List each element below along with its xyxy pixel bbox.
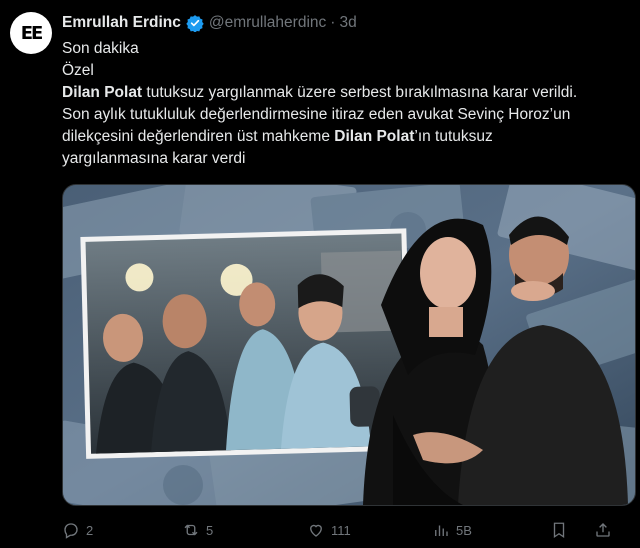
- photo-collage-image: [63, 185, 635, 505]
- bookmark-button[interactable]: [550, 521, 594, 539]
- tweet-text-bold: Dilan Polat: [334, 128, 415, 145]
- avatar[interactable]: EE: [10, 12, 52, 54]
- tweet-text-span: tutuksuz yargılanmak üzere serbest bırak…: [142, 84, 578, 101]
- repost-icon: [184, 524, 198, 536]
- like-count: 111: [331, 522, 351, 538]
- heart-icon: [310, 524, 322, 537]
- tweet-text-line: Dilan Polat tutuksuz yargılanmak üzere s…: [62, 82, 632, 104]
- tweet-media-photo[interactable]: [62, 184, 636, 506]
- views-icon: [435, 525, 448, 536]
- avatar-logo: EE: [20, 22, 44, 44]
- tweet-text-line: Son aylık tutukluluk değerlendirmesine i…: [62, 104, 632, 126]
- reply-icon: [64, 523, 78, 539]
- reply-button[interactable]: 2: [62, 521, 182, 539]
- tweet-actions-bar: 2 5 111 5B: [62, 516, 634, 544]
- verified-badge-icon: [186, 15, 204, 32]
- repost-button[interactable]: 5: [182, 521, 307, 539]
- tweet-header: Emrullah Erdinc @emrullaherdinc · 3d: [62, 14, 357, 32]
- separator-dot: ·: [330, 14, 336, 31]
- share-button[interactable]: [594, 521, 624, 539]
- tweet-text-span: Son dakika: [62, 40, 139, 57]
- tweet-text-line: yargılanmasına karar verdi: [62, 148, 632, 170]
- tweet-text-bold: Dilan Polat: [62, 84, 143, 101]
- views-button[interactable]: 5B: [432, 521, 550, 539]
- tweet-text-span: yargılanmasına karar verdi: [62, 150, 246, 167]
- tweet-timestamp[interactable]: 3d: [339, 14, 356, 32]
- tweet-text-span: dilekçesini değerlendiren üst mahkeme: [62, 128, 335, 145]
- repost-count: 5: [206, 522, 214, 538]
- like-button[interactable]: 111: [307, 521, 432, 539]
- tweet-text: Son dakika Özel Dilan Polat tutuksuz yargı…: [62, 38, 632, 170]
- bookmark-icon: [553, 522, 565, 539]
- tweet-text-line: Son dakika: [62, 38, 632, 60]
- tweet-text-span: Son aylık tutukluluk değerlendirmesine i…: [62, 106, 571, 123]
- tweet-text-line: dilekçesini değerlendiren üst mahkeme Di…: [62, 126, 632, 148]
- tweet-text-line: Özel: [62, 60, 632, 82]
- reply-count: 2: [86, 522, 94, 538]
- author-handle[interactable]: @emrullaherdinc: [209, 14, 326, 32]
- share-icon: [596, 523, 610, 537]
- author-name[interactable]: Emrullah Erdinc: [62, 14, 181, 32]
- tweet-text-span: ’ın tutuksuz: [414, 128, 493, 145]
- tweet-text-span: Özel: [62, 62, 94, 79]
- view-count: 5B: [456, 522, 472, 538]
